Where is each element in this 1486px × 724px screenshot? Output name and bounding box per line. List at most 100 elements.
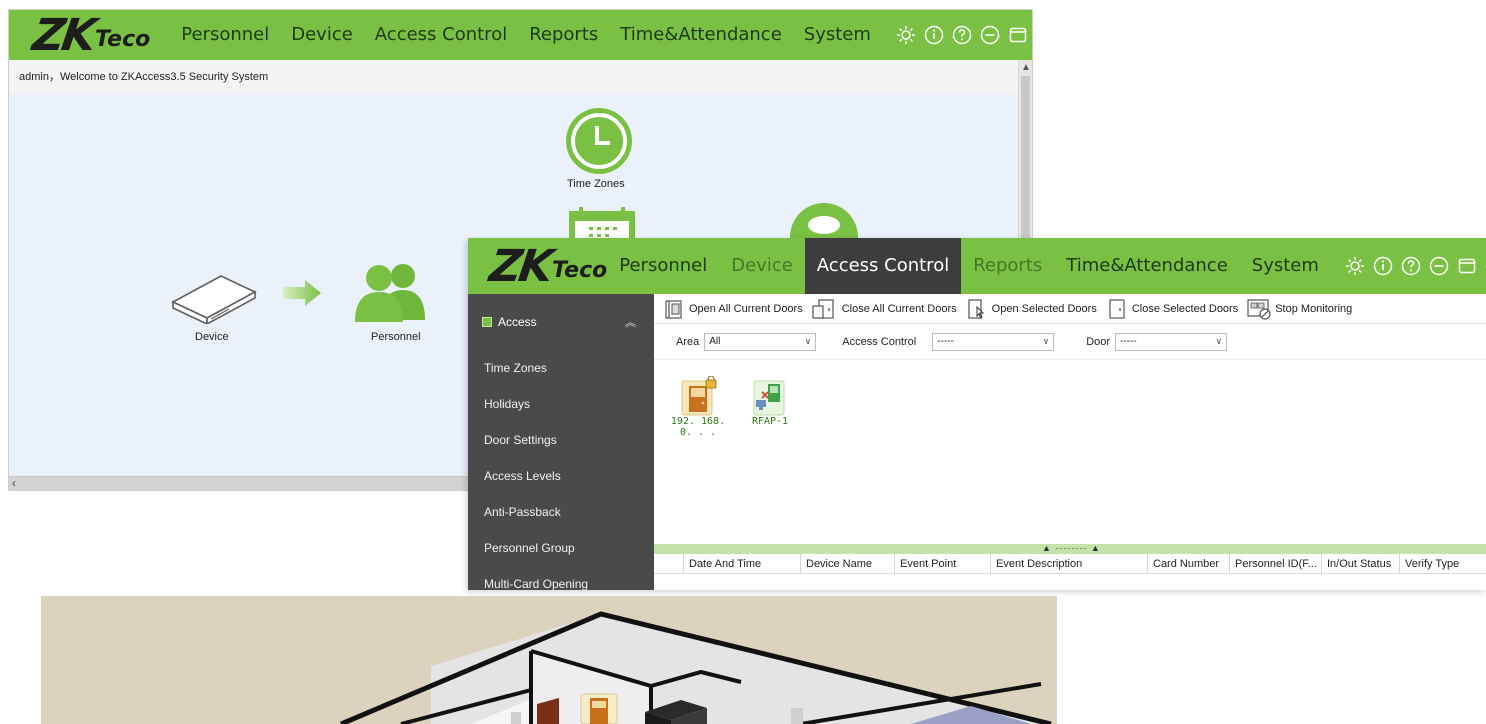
menu-time-attendance[interactable]: Time&Attendance [1054,238,1240,294]
access-control-select[interactable]: ----- ∨ [932,332,1055,351]
column-event-description[interactable]: Event Description [991,554,1148,573]
table-header-spacer [654,554,684,573]
help-icon[interactable] [1401,256,1421,276]
top-nav-bar: ZK Teco Personnel Device Access Control … [9,9,1032,61]
column-verify-type[interactable]: Verify Type [1400,554,1486,573]
gear-icon[interactable] [896,25,916,45]
access-section-icon [482,317,492,327]
scroll-left-arrow-icon[interactable]: ‹ [12,476,16,490]
personnel-icon [355,264,425,322]
sidebar-item-multi-card-opening[interactable]: Multi-Card Opening [468,566,654,590]
column-event-point[interactable]: Event Point [895,554,991,573]
chevron-down-icon: ∨ [1042,336,1050,346]
menu-device[interactable]: Device [280,10,364,60]
access-control-window: ZK Teco Personnel Device Access Control … [468,238,1486,590]
menu-time-attendance[interactable]: Time&Attendance [609,10,793,60]
door-item[interactable]: RFAP-1 [740,376,800,427]
help-icon[interactable] [952,25,972,45]
sidebar-item-anti-passback[interactable]: Anti-Passback [468,494,654,530]
stop-monitoring-label: Stop Monitoring [1275,302,1353,315]
access-level-icon [790,203,858,243]
scroll-up-arrow-icon[interactable]: ▲ [1019,62,1032,73]
menu-system[interactable]: System [1240,238,1331,294]
locked-door-icon [681,376,717,416]
info-icon[interactable] [1373,256,1393,276]
door-label-text: RFAP-1 [751,416,789,427]
access-control-label: Access Control [842,335,917,348]
minimize-icon[interactable] [980,25,1000,45]
open-all-doors-button[interactable]: Open All Current Doors [664,298,807,320]
sidebar-item-personnel-group[interactable]: Personnel Group [468,530,654,566]
logo-mark: ZK [29,9,97,61]
flow-time-zones[interactable] [564,106,634,179]
open-selected-doors-label: Open Selected Doors [991,302,1097,315]
close-all-doors-label: Close All Current Doors [841,302,957,315]
open-all-doors-label: Open All Current Doors [689,302,803,315]
logo-mark: ZK [486,240,554,292]
main-menu: Personnel Device Access Control Reports … [607,238,1331,294]
splitter-grip[interactable]: ▲ ········ ▲ [1042,543,1101,553]
floor-plan-illustration [340,611,1052,724]
column-personnel-id[interactable]: Personnel ID(F... [1230,554,1322,573]
event-table-header: Date And Time Device Name Event Point Ev… [654,554,1486,574]
menu-system[interactable]: System [793,10,882,60]
window-tools [896,25,1032,45]
sidebar-item-holidays[interactable]: Holidays [468,386,654,422]
main-menu: Personnel Device Access Control Reports … [170,10,882,60]
stop-monitoring-button[interactable]: Stop Monitoring [1246,298,1356,320]
open-selected-door-icon [968,298,984,319]
open-door-icon [665,299,682,319]
column-card-number[interactable]: Card Number [1148,554,1230,573]
close-selected-door-icon [1109,298,1125,319]
top-nav-bar: ZK Teco Personnel Device Access Control … [468,238,1486,294]
column-in-out-status[interactable]: In/Out Status [1322,554,1400,573]
close-selected-doors-button[interactable]: Close Selected Doors [1105,298,1242,320]
sidebar-item-time-zones[interactable]: Time Zones [468,350,654,386]
device-icon [171,275,257,324]
area-select[interactable]: All ∨ [704,332,817,351]
area-label: Area [676,335,700,348]
sidebar-item-door-settings[interactable]: Door Settings [468,422,654,458]
welcome-message: admin，Welcome to ZKAccess3.5 Security Sy… [9,60,1018,94]
maximize-icon[interactable] [1457,256,1477,276]
menu-personnel[interactable]: Personnel [170,10,280,60]
info-icon[interactable] [924,25,944,45]
gear-icon[interactable] [1345,256,1365,276]
logo-sub: Teco [552,257,608,283]
door-select[interactable]: ----- ∨ [1115,332,1228,351]
column-date-and-time[interactable]: Date And Time [684,554,801,573]
main-content: Open All Current Doors Close All Current… [654,294,1486,590]
sidebar-section-access[interactable]: Access ︽ [468,294,654,350]
collapse-chevron-icon[interactable]: ︽ [625,314,636,330]
door-select-value: ----- [1120,336,1137,347]
personnel-label: Personnel [371,331,421,343]
menu-personnel[interactable]: Personnel [607,238,719,294]
open-selected-doors-button[interactable]: Open Selected Doors [965,298,1101,320]
chevron-down-icon: ∨ [1215,336,1223,346]
sidebar-header-label: Access [498,315,537,329]
menu-access-control[interactable]: Access Control [804,238,962,294]
sidebar: Access ︽ Time Zones Holidays Door Settin… [468,294,654,590]
column-device-name[interactable]: Device Name [801,554,895,573]
area-select-value: All [709,336,721,347]
access-control-select-value: ----- [937,336,954,347]
minimize-icon[interactable] [1429,256,1449,276]
window-tools [1345,256,1486,276]
clock-icon [566,108,632,174]
zkteco-logo: ZK Teco [9,9,150,61]
menu-access-control[interactable]: Access Control [364,10,518,60]
menu-reports[interactable]: Reports [518,10,609,60]
sidebar-item-access-levels[interactable]: Access Levels [468,458,654,494]
zkteco-logo: ZK Teco [468,238,607,294]
chevron-down-icon: ∨ [804,336,812,346]
arrow-right-icon [283,280,321,306]
maximize-icon[interactable] [1008,25,1028,45]
time-zones-label: Time Zones [567,178,625,190]
door-toolbar: Open All Current Doors Close All Current… [654,294,1486,324]
close-all-doors-button[interactable]: Close All Current Doors [811,298,961,320]
menu-reports[interactable]: Reports [961,238,1054,294]
menu-device[interactable]: Device [719,238,805,294]
filter-bar: Area All ∨ Access Control ----- ∨ Door ---… [654,324,1486,360]
door-item[interactable]: 192. 168. 0. . . [662,376,734,438]
door-label-text: 192. 168. 0. . . [670,416,726,438]
